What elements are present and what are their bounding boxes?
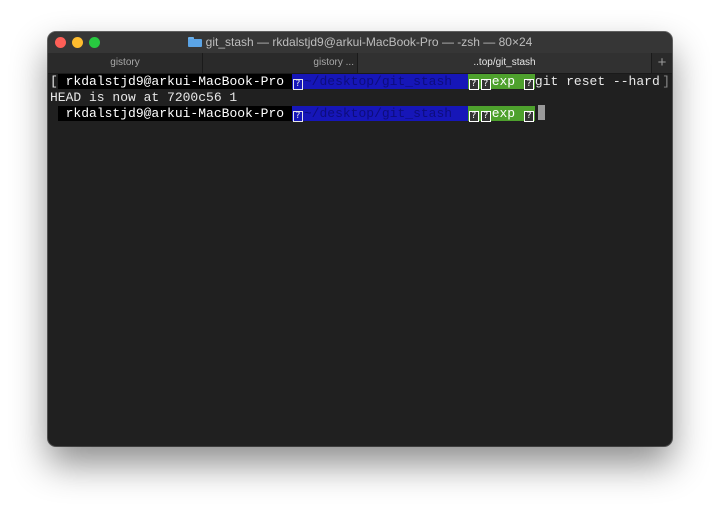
- prompt-user-host: rkdalstjd9@arkui-MacBook-Pro: [57, 74, 292, 89]
- prompt-line: rkdalstjd9@arkui-MacBook-Pro ? ~/desktop/…: [50, 105, 545, 122]
- prompt-path-segment: ? ~/desktop/git_stash: [291, 106, 468, 122]
- new-tab-button[interactable]: +: [652, 53, 672, 73]
- prompt-branch: exp: [491, 106, 516, 121]
- terminal-window: git_stash — rkdalstjd9@arkui-MacBook-Pro…: [48, 32, 672, 446]
- terminal-cursor: [537, 105, 545, 120]
- missing-glyph-icon: ?: [480, 79, 491, 90]
- tab-gistory[interactable]: gistory: [48, 53, 203, 73]
- prompt-path-segment: ? ~/desktop/git_stash: [291, 74, 468, 90]
- command-text: git reset --hard: [534, 74, 660, 89]
- prompt-path: ~/desktop/git_stash: [303, 74, 453, 89]
- tab-gistory-2[interactable]: gistory ...: [203, 53, 358, 73]
- command-output: HEAD is now at 7200c56 1: [50, 90, 238, 105]
- missing-glyph-icon: ?: [480, 111, 491, 122]
- missing-glyph-icon: ?: [523, 111, 534, 122]
- prompt-bracket: [: [50, 74, 58, 89]
- tab-bar: gistory gistory ... ..top/git_stash +: [48, 53, 672, 74]
- prompt-path: ~/desktop/git_stash: [303, 106, 453, 121]
- tab-git-stash[interactable]: ..top/git_stash: [358, 53, 652, 73]
- missing-glyph-icon: ?: [292, 111, 303, 122]
- tab-label: gistory ...: [313, 57, 354, 68]
- prompt-right-bracket: ]: [662, 74, 670, 89]
- window-title: git_stash — rkdalstjd9@arkui-MacBook-Pro…: [205, 35, 533, 49]
- prompt-branch: exp: [491, 74, 516, 89]
- plus-icon: +: [657, 54, 667, 71]
- folder-icon: [187, 37, 202, 47]
- prompt-line: [ rkdalstjd9@arkui-MacBook-Pro ? ~/deskto…: [50, 74, 660, 90]
- prompt-git-segment: ?? exp ?: [467, 74, 535, 90]
- prompt-user-host: rkdalstjd9@arkui-MacBook-Pro: [57, 106, 292, 121]
- missing-glyph-icon: ?: [468, 79, 479, 90]
- title-bar[interactable]: git_stash — rkdalstjd9@arkui-MacBook-Pro…: [48, 32, 672, 54]
- missing-glyph-icon: ?: [523, 79, 534, 90]
- window-title-container: git_stash — rkdalstjd9@arkui-MacBook-Pro…: [48, 32, 672, 53]
- missing-glyph-icon: ?: [468, 111, 479, 122]
- terminal-content[interactable]: [ rkdalstjd9@arkui-MacBook-Pro ? ~/deskto…: [48, 74, 672, 446]
- tab-label: gistory: [110, 57, 140, 68]
- tab-label: ..top/git_stash: [473, 57, 536, 68]
- missing-glyph-icon: ?: [292, 79, 303, 90]
- prompt-git-segment: ?? exp ?: [467, 106, 535, 122]
